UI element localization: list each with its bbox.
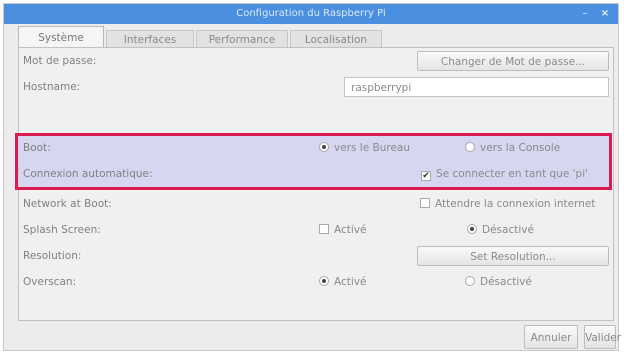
row-overscan: Overscan: Activé Désactivé	[19, 269, 613, 295]
splash-on-label: Activé	[334, 224, 367, 236]
overscan-off-option[interactable]: Désactivé	[465, 269, 532, 295]
title-bar[interactable]: Configuration du Raspberry Pi – ×	[4, 4, 618, 24]
minimize-icon[interactable]: –	[578, 7, 592, 21]
close-icon[interactable]: ×	[598, 7, 612, 21]
overscan-off-label: Désactivé	[480, 276, 532, 288]
system-panel-overlay: Boot: vers le Bureau vers la Console Con…	[18, 47, 614, 321]
boot-label: Boot:	[23, 142, 51, 154]
resolution-label: Resolution:	[23, 250, 82, 262]
ok-button[interactable]: Valider	[584, 325, 621, 349]
radio-selected-icon[interactable]	[319, 276, 329, 286]
row-boot: Boot: vers le Bureau vers la Console	[19, 135, 613, 161]
overscan-label: Overscan:	[23, 276, 77, 288]
boot-desktop-option[interactable]: vers le Bureau	[319, 135, 410, 161]
row-splash: Splash Screen: Activé Désactivé	[19, 217, 613, 243]
network-boot-checkbox-label: Attendre la connexion internet	[435, 198, 596, 210]
radio-icon[interactable]	[465, 142, 475, 152]
boot-desktop-label: vers le Bureau	[334, 142, 411, 154]
radio-selected-icon[interactable]	[467, 224, 477, 234]
autologin-checkbox-label: Se connecter en tant que 'pi'	[436, 168, 589, 180]
network-boot-checkbox[interactable]: Attendre la connexion internet	[420, 191, 595, 217]
autologin-checkbox[interactable]: ✔ Se connecter en tant que 'pi'	[421, 161, 588, 187]
splash-on-option[interactable]: Activé	[319, 217, 366, 243]
splash-off-option[interactable]: Désactivé	[467, 217, 534, 243]
boot-console-option[interactable]: vers la Console	[465, 135, 560, 161]
checkbox-checked-icon[interactable]: ✔	[421, 171, 431, 181]
tab-performance[interactable]: Performance	[196, 30, 288, 48]
overscan-on-option[interactable]: Activé	[319, 269, 366, 295]
radio-selected-icon[interactable]	[319, 142, 329, 152]
window-title: Configuration du Raspberry Pi	[236, 8, 386, 19]
cancel-button[interactable]: Annuler	[524, 325, 578, 349]
set-resolution-button[interactable]: Set Resolution...	[417, 246, 609, 266]
checkbox-icon[interactable]	[319, 224, 329, 234]
network-boot-label: Network at Boot:	[23, 198, 112, 210]
row-network-boot: Network at Boot: Attendre la connexion i…	[19, 191, 613, 217]
radio-icon[interactable]	[465, 276, 475, 286]
tab-interfaces[interactable]: Interfaces	[106, 30, 194, 48]
row-resolution: Resolution: Set Resolution...	[19, 243, 613, 269]
tab-systeme[interactable]: Système	[18, 26, 104, 48]
splash-label: Splash Screen:	[23, 224, 101, 236]
row-autologin: Connexion automatique: ✔ Se connecter en …	[19, 161, 613, 187]
overscan-on-label: Activé	[334, 276, 367, 288]
checkbox-icon[interactable]	[420, 198, 430, 208]
splash-off-label: Désactivé	[482, 224, 534, 236]
autologin-label: Connexion automatique:	[23, 168, 153, 180]
tab-localisation[interactable]: Localisation	[290, 30, 382, 48]
boot-console-label: vers la Console	[480, 142, 561, 154]
config-window: Configuration du Raspberry Pi – × Systèm…	[3, 3, 621, 351]
